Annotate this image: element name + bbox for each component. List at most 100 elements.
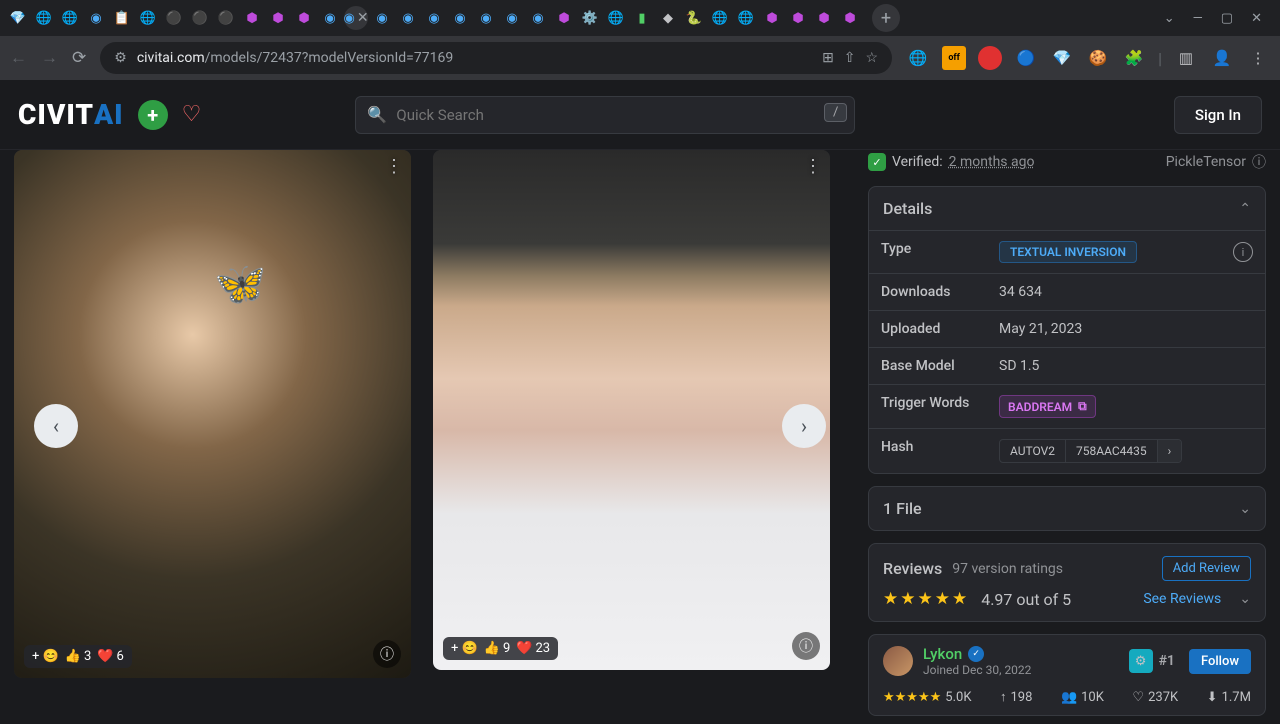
chevron-up-icon: ⌃	[1239, 201, 1251, 217]
tab-icon[interactable]: ◉	[448, 6, 472, 30]
sidepanel-icon[interactable]: ▥	[1174, 46, 1198, 70]
tab-icon[interactable]: 🌐	[604, 6, 628, 30]
copy-icon[interactable]: ⧉	[1078, 399, 1087, 414]
reaction[interactable]: ❤️6	[97, 649, 124, 664]
tab-icon[interactable]: ⬢	[266, 6, 290, 30]
site-settings-icon[interactable]: ⚙	[114, 50, 127, 66]
bookmark-icon[interactable]: ☆	[866, 50, 879, 66]
verified-date[interactable]: 2 months ago	[949, 154, 1035, 170]
tab-icon[interactable]: ⚙️	[578, 6, 602, 30]
favorites-icon[interactable]: ♡	[182, 102, 202, 127]
chevron-down-icon[interactable]: ⌄	[1164, 11, 1175, 26]
extension-icon[interactable]: 🌐	[906, 46, 930, 70]
stat-likes: ♡ 237K	[1132, 689, 1178, 705]
tab-icon[interactable]: ◉	[370, 6, 394, 30]
tab-icon[interactable]: ◉	[396, 6, 420, 30]
details-header[interactable]: Details ⌃	[869, 187, 1265, 230]
create-button[interactable]: +	[138, 100, 168, 130]
tab-icon[interactable]: 🐍	[682, 6, 706, 30]
extensions-icon[interactable]: 🧩	[1122, 46, 1146, 70]
share-icon[interactable]: ⇧	[844, 50, 856, 66]
add-reaction-button[interactable]: + 😊	[451, 641, 478, 656]
gallery-card[interactable]: ⋮ + 😊 👍9 ❤️23 ⓘ	[433, 150, 830, 670]
tab-icon[interactable]: ⬢	[292, 6, 316, 30]
tab-icon[interactable]: ◉	[422, 6, 446, 30]
reaction[interactable]: ❤️23	[516, 641, 550, 656]
tab-icon[interactable]: 🌐	[734, 6, 758, 30]
hash-expand-icon[interactable]: ›	[1158, 440, 1182, 462]
chevron-down-icon[interactable]: ⌄	[1239, 591, 1251, 607]
see-reviews-link[interactable]: See Reviews	[1143, 591, 1221, 607]
reviews-count: 97 version ratings	[952, 561, 1063, 577]
maximize-icon[interactable]: ▢	[1221, 11, 1233, 26]
search-shortcut: /	[824, 103, 847, 122]
extension-icon[interactable]: 🍪	[1086, 46, 1110, 70]
forward-button[interactable]: →	[41, 48, 58, 68]
pickle-tensor[interactable]: PickleTensorⓘ	[1166, 152, 1266, 172]
tab-icon[interactable]: ▮	[630, 6, 654, 30]
extension-icon[interactable]: 💎	[1050, 46, 1074, 70]
tab-icon[interactable]: ⚫	[188, 6, 212, 30]
back-button[interactable]: ←	[10, 48, 27, 68]
tab-icon[interactable]: 💎	[6, 6, 30, 30]
menu-icon[interactable]: ⋮	[1246, 46, 1270, 70]
detail-label: Trigger Words	[869, 385, 987, 428]
add-review-button[interactable]: Add Review	[1162, 556, 1251, 581]
rating-text: 4.97 out of 5	[981, 590, 1071, 609]
address-bar[interactable]: ⚙ civitai.com/models/72437?modelVersionI…	[100, 42, 892, 74]
tab-icon[interactable]: ◉	[474, 6, 498, 30]
install-app-icon[interactable]: ⊞	[822, 50, 834, 66]
extension-icon[interactable]: off	[942, 46, 966, 70]
tab-icon[interactable]: ◉	[318, 6, 342, 30]
stat-rating: ★★★★★5.0K	[883, 689, 971, 705]
tab-icon[interactable]: ⚫	[214, 6, 238, 30]
signin-button[interactable]: Sign In	[1174, 96, 1262, 134]
main-content: ▲ ▼ ‹ › 🦋 ⋮ + 😊 👍3 ❤️6 ⓘ ⋮ + 😊 👍9 ❤️23 ⓘ	[0, 150, 1280, 688]
detail-label: Type	[869, 231, 987, 273]
tab-icon[interactable]: 🌐	[136, 6, 160, 30]
profile-icon[interactable]: 👤	[1210, 46, 1234, 70]
tab-icon[interactable]: ⬢	[786, 6, 810, 30]
tab-icon[interactable]: 🌐	[708, 6, 732, 30]
reaction[interactable]: 👍3	[65, 649, 92, 664]
tab-icon[interactable]: ⬢	[838, 6, 862, 30]
reaction[interactable]: 👍9	[484, 641, 511, 656]
tab-icon[interactable]: ⚫	[162, 6, 186, 30]
minimize-icon[interactable]: —	[1193, 11, 1203, 26]
card-menu-icon[interactable]: ⋮	[804, 156, 822, 177]
tab-icon[interactable]: ◉	[526, 6, 550, 30]
extension-icon[interactable]: 🔵	[1014, 46, 1038, 70]
gallery-next-button[interactable]: ›	[782, 404, 826, 448]
avatar[interactable]	[883, 646, 913, 676]
logo[interactable]: CIVITAI	[18, 98, 124, 131]
hash-value: 758AAC4435	[1066, 440, 1158, 462]
tab-icon[interactable]: 🌐	[32, 6, 56, 30]
info-icon[interactable]: ⓘ	[792, 632, 820, 660]
tab-icon[interactable]: ◉	[84, 6, 108, 30]
tab-icon[interactable]: ⬢	[760, 6, 784, 30]
tab-icon[interactable]: ⬢	[552, 6, 576, 30]
reviews-panel: Reviews 97 version ratings Add Review ★★…	[868, 543, 1266, 622]
close-window-icon[interactable]: ✕	[1251, 11, 1262, 26]
new-tab-button[interactable]: +	[872, 4, 900, 32]
tab-icon[interactable]: ◉	[500, 6, 524, 30]
tab-icon[interactable]: ⬢	[812, 6, 836, 30]
tab-icon[interactable]: ⬢	[240, 6, 264, 30]
add-reaction-button[interactable]: + 😊	[32, 649, 59, 664]
close-icon[interactable]: ✕	[357, 10, 369, 26]
trigger-badge[interactable]: BADDREAM⧉	[999, 395, 1096, 418]
creator-name-link[interactable]: Lykon	[923, 645, 962, 663]
tab-icon[interactable]: 📋	[110, 6, 134, 30]
reload-button[interactable]: ⟳	[72, 48, 86, 68]
extension-icon[interactable]	[978, 46, 1002, 70]
info-icon[interactable]: i	[1233, 242, 1253, 262]
tab-active[interactable]: ◉✕	[344, 6, 368, 30]
search-input[interactable]	[355, 96, 855, 134]
files-header[interactable]: 1 File ⌄	[869, 487, 1265, 530]
tab-icon[interactable]: 🌐	[58, 6, 82, 30]
tab-icon[interactable]: ◆	[656, 6, 680, 30]
card-menu-icon[interactable]: ⋮	[385, 156, 403, 177]
follow-button[interactable]: Follow	[1189, 649, 1251, 674]
gallery-prev-button[interactable]: ‹	[34, 404, 78, 448]
info-icon[interactable]: ⓘ	[373, 640, 401, 668]
